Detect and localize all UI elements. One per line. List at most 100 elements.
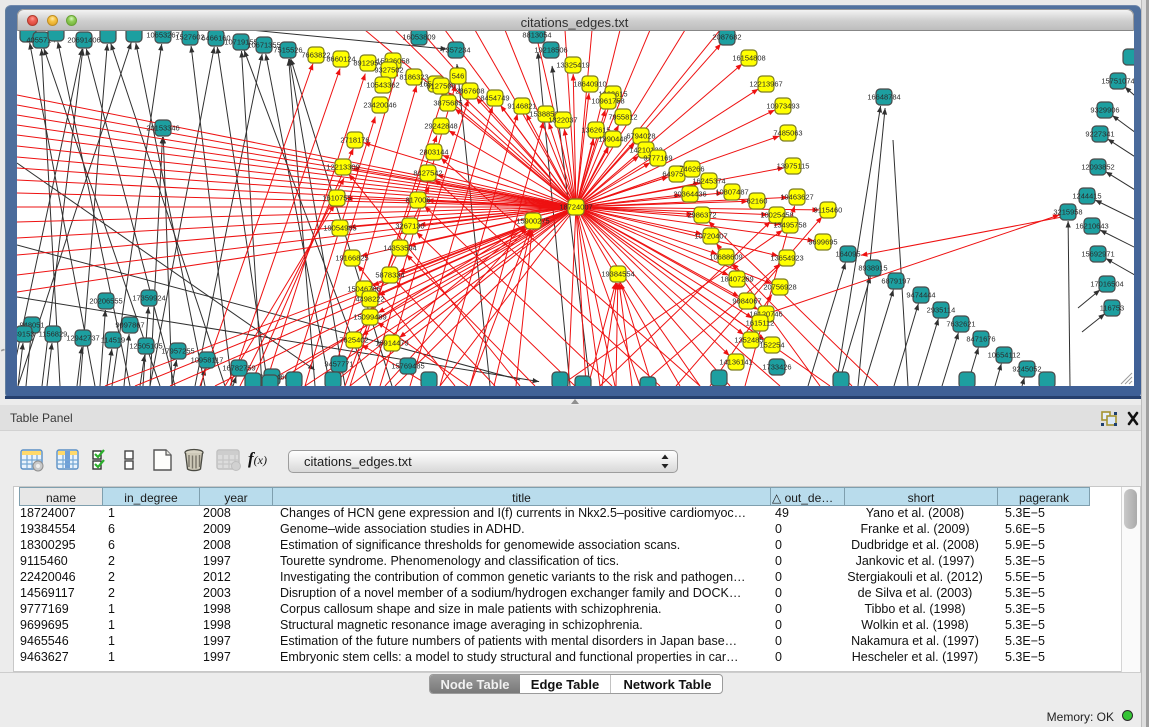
svg-text:17957255: 17957255 <box>161 347 194 356</box>
svg-text:16914479: 16914479 <box>375 339 408 348</box>
svg-text:16053809: 16053809 <box>402 33 435 42</box>
svg-text:13654923: 13654923 <box>770 254 803 263</box>
svg-text:14353594: 14353594 <box>383 244 416 253</box>
svg-text:20364436: 20364436 <box>673 190 706 199</box>
svg-text:16782759: 16782759 <box>222 364 255 373</box>
svg-text:13495758: 13495758 <box>773 221 806 230</box>
svg-text:2803144: 2803144 <box>419 148 448 157</box>
svg-text:20691406: 20691406 <box>67 36 100 45</box>
svg-text:2087682: 2087682 <box>712 33 741 42</box>
svg-text:2718176: 2718176 <box>340 136 369 145</box>
svg-text:746266: 746266 <box>679 165 704 174</box>
svg-text:7625402: 7625402 <box>339 336 368 345</box>
svg-text:16245374: 16245374 <box>692 177 725 186</box>
svg-text:9245052: 9245052 <box>1012 365 1041 374</box>
svg-text:19166825: 19166825 <box>335 254 368 263</box>
svg-text:9097867: 9097867 <box>115 321 144 330</box>
svg-text:6879197: 6879197 <box>881 277 910 286</box>
svg-text:19384554: 19384554 <box>601 270 634 279</box>
svg-text:10688609: 10688609 <box>709 253 742 262</box>
svg-text:20206555: 20206555 <box>89 297 122 306</box>
svg-text:15769485: 15769485 <box>391 362 424 371</box>
svg-text:10973493: 10973493 <box>766 102 799 111</box>
svg-text:8471676: 8471676 <box>966 335 995 344</box>
svg-text:114519: 114519 <box>101 336 125 345</box>
svg-text:17016504: 17016504 <box>1090 280 1123 289</box>
svg-text:12942737: 12942737 <box>66 334 99 343</box>
svg-text:1733426: 1733426 <box>762 363 791 372</box>
svg-text:2935114: 2935114 <box>927 306 956 315</box>
svg-text:13975115: 13975115 <box>777 162 810 171</box>
svg-text:8660124: 8660124 <box>326 55 355 64</box>
svg-text:1615112: 1615112 <box>746 319 775 328</box>
svg-text:8938915: 8938915 <box>858 264 887 273</box>
svg-text:20153346: 20153346 <box>146 124 179 133</box>
svg-text:29242848: 29242848 <box>424 122 457 131</box>
svg-text:16154808: 16154808 <box>732 54 765 63</box>
svg-text:3875685: 3875685 <box>433 99 462 108</box>
svg-text:18724007: 18724007 <box>559 203 592 212</box>
svg-text:18407269: 18407269 <box>720 275 753 284</box>
svg-text:1156829: 1156829 <box>39 330 68 339</box>
svg-text:15099489: 15099489 <box>353 313 386 322</box>
svg-text:152254: 152254 <box>759 341 784 350</box>
svg-text:9084067: 9084067 <box>732 297 761 306</box>
svg-text:10961758: 10961758 <box>591 97 624 106</box>
svg-text:17359924: 17359924 <box>132 294 165 303</box>
svg-text:15900275: 15900275 <box>516 217 549 226</box>
svg-text:2986372: 2986372 <box>687 211 716 220</box>
svg-text:7955812: 7955812 <box>608 113 637 122</box>
svg-text:19463627: 19463627 <box>780 193 813 202</box>
svg-text:12093852: 12093852 <box>1081 163 1114 172</box>
svg-text:13325419: 13325419 <box>556 61 589 70</box>
svg-text:16648784: 16648784 <box>867 93 900 102</box>
svg-text:10654112: 10654112 <box>988 351 1021 360</box>
svg-text:1322037: 1322037 <box>548 116 577 125</box>
svg-text:8813054: 8813054 <box>522 31 551 40</box>
svg-text:16210643: 16210643 <box>1075 222 1108 231</box>
svg-text:9777169: 9777169 <box>643 154 672 163</box>
svg-text:7485063: 7485063 <box>773 129 802 138</box>
svg-text:18640910: 18640910 <box>573 80 606 89</box>
svg-text:10720407: 10720407 <box>694 232 727 241</box>
svg-text:23420046: 23420046 <box>363 101 396 110</box>
svg-text:19218506: 19218506 <box>534 46 567 55</box>
svg-text:62160: 62160 <box>747 197 768 206</box>
svg-text:9127508: 9127508 <box>426 82 455 91</box>
svg-text:1527602: 1527602 <box>175 33 204 42</box>
svg-text:3267130: 3267130 <box>395 222 424 231</box>
svg-text:9115460: 9115460 <box>814 206 843 215</box>
svg-text:7632621: 7632621 <box>946 320 975 329</box>
svg-text:10543362: 10543362 <box>366 81 399 90</box>
svg-text:1990448: 1990448 <box>598 135 627 144</box>
svg-text:3215958: 3215958 <box>1053 208 1082 217</box>
svg-text:817006: 817006 <box>405 196 430 205</box>
svg-text:7357234: 7357234 <box>441 46 470 55</box>
svg-text:1610755: 1610755 <box>322 194 351 203</box>
svg-text:9474444: 9474444 <box>906 291 935 300</box>
svg-text:9699695: 9699695 <box>808 238 837 247</box>
svg-text:39153: 39153 <box>17 330 34 339</box>
svg-text:1244415: 1244415 <box>1072 192 1101 201</box>
svg-text:15692971: 15692971 <box>1081 250 1114 259</box>
svg-text:6794028: 6794028 <box>626 132 655 141</box>
svg-text:9329906: 9329906 <box>1090 106 1119 115</box>
svg-text:15751074: 15751074 <box>1101 77 1134 86</box>
svg-text:12213309: 12213309 <box>326 163 359 172</box>
svg-text:14136141: 14136141 <box>719 358 752 367</box>
svg-text:5878334: 5878334 <box>375 271 404 280</box>
svg-text:9227341: 9227341 <box>1085 130 1114 139</box>
svg-text:7515526: 7515526 <box>273 46 302 55</box>
svg-text:8427542: 8427542 <box>413 169 442 178</box>
svg-text:20756928: 20756928 <box>763 283 796 292</box>
svg-text:116753: 116753 <box>1100 304 1124 313</box>
svg-text:4498222: 4498222 <box>355 295 384 304</box>
svg-text:10807487: 10807487 <box>715 188 748 197</box>
svg-text:12213967: 12213967 <box>749 80 782 89</box>
svg-text:164095: 164095 <box>835 250 860 259</box>
svg-text:19054985: 19054985 <box>323 224 356 233</box>
svg-text:10958117: 10958117 <box>191 356 224 365</box>
svg-text:546: 546 <box>452 72 465 81</box>
svg-text:9457771: 9457771 <box>324 360 353 369</box>
svg-text:12505105: 12505105 <box>129 342 162 351</box>
